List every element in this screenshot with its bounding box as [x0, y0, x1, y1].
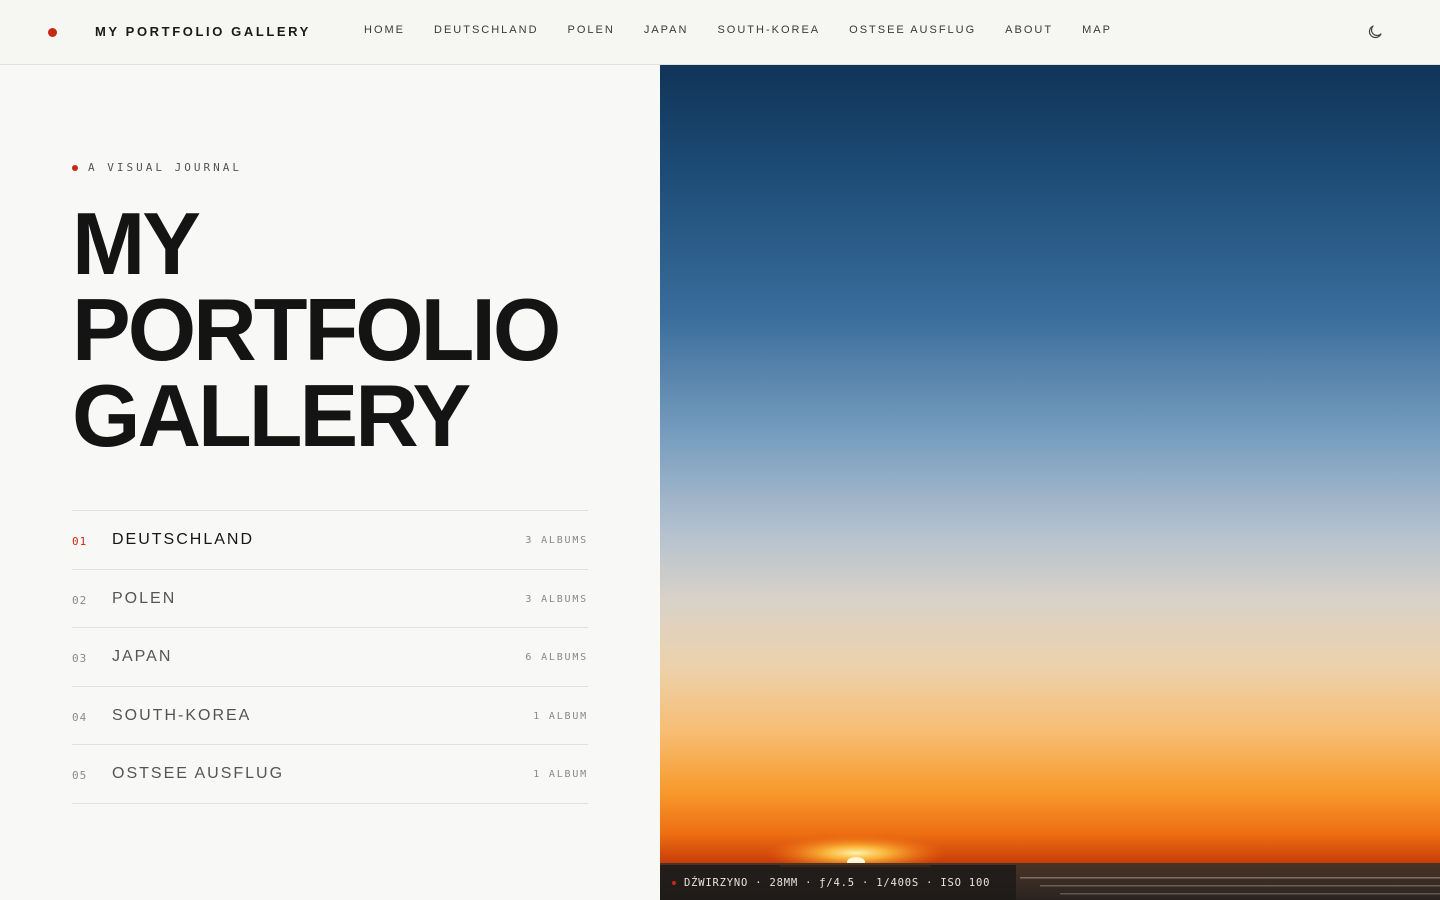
moon-icon — [1368, 25, 1382, 39]
country-row-south-korea[interactable]: 04 SOUTH-KOREA 1 ALBUM — [72, 687, 588, 746]
page-title: MY PORTFOLIO GALLERY — [72, 194, 561, 465]
row-number: 04 — [72, 710, 88, 724]
exif-caption: DŹWIRZYNO · 28MM · ƒ/4.5 · 1/400S · ISO … — [660, 865, 1016, 900]
row-number: 03 — [72, 652, 88, 666]
album-count: 1 ALBUM — [533, 769, 588, 781]
title-line: PORTFOLIO — [72, 280, 561, 379]
nav-item-map[interactable]: MAP — [1082, 24, 1112, 36]
nav-item-about[interactable]: ABOUT — [1005, 24, 1053, 36]
row-name: POLEN — [112, 589, 177, 607]
nav-item-japan[interactable]: JAPAN — [644, 24, 689, 36]
eyebrow-text: A VISUAL JOURNAL — [88, 161, 242, 174]
eyebrow: A VISUAL JOURNAL — [72, 161, 242, 174]
country-row-ostsee-ausflug[interactable]: 05 OSTSEE AUSFLUG 1 ALBUM — [72, 745, 588, 804]
nav-item-deutschland[interactable]: DEUTSCHLAND — [434, 24, 539, 36]
intro-panel: A VISUAL JOURNAL MY PORTFOLIO GALLERY 01… — [0, 65, 660, 900]
row-number: 05 — [72, 769, 88, 783]
row-name: JAPAN — [112, 648, 173, 666]
title-line: GALLERY — [72, 366, 471, 465]
exif-text: DŹWIRZYNO · 28MM · ƒ/4.5 · 1/400S · ISO … — [684, 876, 991, 889]
brand-dot — [48, 28, 57, 37]
album-count: 3 ALBUMS — [525, 593, 588, 605]
theme-toggle-button[interactable] — [1366, 23, 1384, 41]
hero-photo: DŹWIRZYNO · 28MM · ƒ/4.5 · 1/400S · ISO … — [660, 65, 1440, 900]
nav-item-home[interactable]: HOME — [364, 24, 405, 36]
title-line: MY — [72, 194, 201, 293]
album-count: 6 ALBUMS — [525, 652, 588, 664]
exif-dot — [672, 880, 676, 885]
country-row-japan[interactable]: 03 JAPAN 6 ALBUMS — [72, 628, 588, 687]
nav-item-south-korea[interactable]: SOUTH-KOREA — [717, 24, 820, 36]
nav-item-polen[interactable]: POLEN — [568, 24, 615, 36]
eyebrow-dot — [72, 164, 78, 171]
album-count: 1 ALBUM — [533, 710, 588, 722]
album-count: 3 ALBUMS — [525, 535, 588, 546]
row-name: SOUTH-KOREA — [112, 706, 252, 724]
row-name: OSTSEE AUSFLUG — [112, 765, 285, 783]
site-header: MY PORTFOLIO GALLERY HOME DEUTSCHLAND PO… — [0, 0, 1440, 65]
row-name: DEUTSCHLAND — [112, 531, 255, 548]
country-row-deutschland[interactable]: 01 DEUTSCHLAND 3 ALBUMS — [72, 511, 588, 570]
brand-title[interactable]: MY PORTFOLIO GALLERY — [95, 24, 311, 39]
country-list: 01 DEUTSCHLAND 3 ALBUMS 02 POLEN 3 ALBUM… — [72, 510, 588, 804]
country-row-polen[interactable]: 02 POLEN 3 ALBUMS — [72, 570, 588, 629]
row-number: 02 — [72, 593, 88, 607]
sunset-photo — [660, 65, 1440, 900]
nav-item-ostsee-ausflug[interactable]: OSTSEE AUSFLUG — [849, 24, 976, 36]
row-number: 01 — [72, 535, 88, 548]
main-nav: HOME DEUTSCHLAND POLEN JAPAN SOUTH-KOREA… — [364, 24, 1112, 36]
